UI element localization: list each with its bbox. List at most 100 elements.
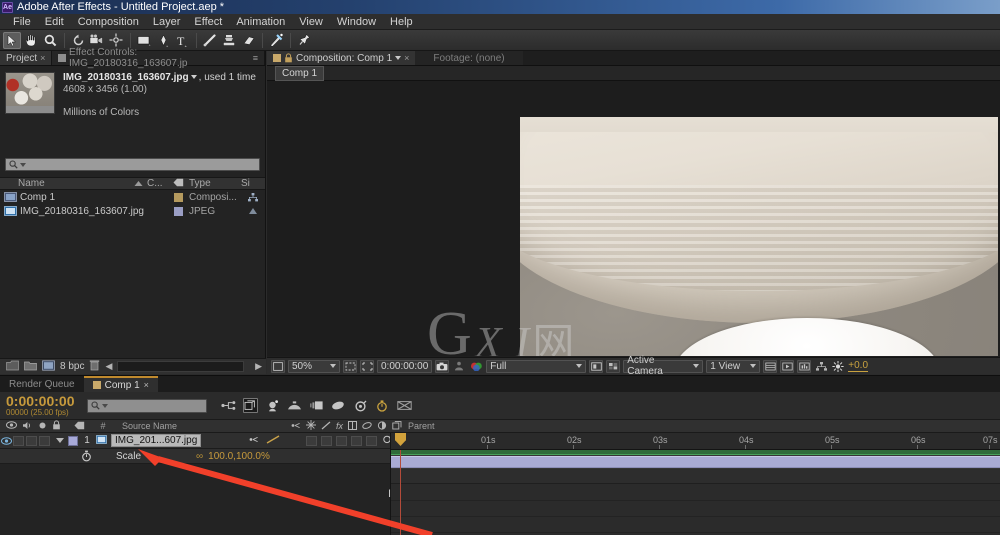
show-channel-icon[interactable]	[469, 360, 483, 373]
eraser-tool[interactable]	[239, 32, 257, 49]
composition-flowchart-icon[interactable]	[814, 360, 828, 373]
layer-fx-switch[interactable]	[306, 436, 317, 446]
work-area-bar[interactable]	[391, 450, 1000, 455]
pen-tool[interactable]	[154, 32, 172, 49]
column-size[interactable]: Si	[241, 178, 265, 189]
show-snapshot-icon[interactable]	[452, 360, 466, 373]
take-snapshot-icon[interactable]	[435, 360, 449, 373]
search-dropdown-icon[interactable]	[102, 404, 108, 408]
hide-disabled-icon[interactable]	[397, 398, 412, 413]
enable-motion-blur-icon[interactable]	[309, 398, 324, 413]
layer-motionblur-switch[interactable]	[336, 436, 347, 446]
property-value[interactable]: 100.0,100.0%	[208, 451, 270, 462]
chevron-down-icon[interactable]	[191, 75, 197, 79]
layer-audio-toggle[interactable]	[13, 436, 24, 446]
scroll-left-arrow-icon[interactable]: ◀	[105, 361, 112, 372]
tab-effect-controls[interactable]: Effect Controls: IMG_20180316_163607.jp …	[52, 51, 265, 65]
layer-label-color[interactable]	[68, 436, 78, 446]
layer-3d-switch[interactable]	[366, 436, 377, 446]
pixel-aspect-correction-icon[interactable]	[763, 360, 777, 373]
menu-item-layer[interactable]: Layer	[146, 14, 188, 30]
close-icon[interactable]: ×	[144, 380, 149, 390]
tab-composition-comp1[interactable]: Composition: Comp 1 ×	[267, 51, 415, 65]
delete-icon[interactable]	[89, 359, 100, 374]
folder-icon[interactable]	[24, 360, 37, 374]
chevron-down-icon[interactable]	[395, 56, 401, 60]
graph-editor-icon[interactable]	[331, 398, 346, 413]
hide-shy-layers-icon[interactable]	[265, 398, 280, 413]
tab-comp1-timeline[interactable]: Comp 1 ×	[84, 376, 158, 392]
horizontal-scrollbar[interactable]	[117, 361, 244, 372]
camera-view-select[interactable]: Active Camera	[623, 360, 703, 373]
brush-tool[interactable]	[201, 32, 219, 49]
lock-icon[interactable]	[284, 53, 293, 63]
zoom-level-select[interactable]: 50%	[288, 360, 340, 373]
column-name[interactable]: Name	[0, 178, 134, 189]
column-source-name[interactable]: Source Name	[110, 421, 286, 431]
viewer-timecode[interactable]: 0:00:00:00	[377, 360, 432, 373]
timeline-tracks[interactable]: I	[391, 450, 1000, 535]
menu-item-window[interactable]: Window	[330, 14, 383, 30]
composition-viewer[interactable]: G X I 网 system.com	[267, 81, 1000, 356]
menu-item-help[interactable]: Help	[383, 14, 420, 30]
layer-expand-triangle-icon[interactable]	[56, 438, 64, 443]
layer-frameblend-switch[interactable]	[321, 436, 332, 446]
pan-behind-tool[interactable]	[107, 32, 125, 49]
layer-lock-toggle[interactable]	[39, 436, 50, 446]
project-row-jpeg[interactable]: IMG_20180316_163607.jpg JPEG	[0, 204, 265, 218]
region-of-interest-toggle-icon[interactable]	[589, 360, 603, 373]
project-search-input[interactable]	[5, 158, 260, 171]
breadcrumb-comp1[interactable]: Comp 1	[275, 66, 324, 81]
new-composition-icon[interactable]	[42, 360, 55, 374]
tab-project[interactable]: Project ×	[0, 51, 52, 65]
project-row-comp1[interactable]: Comp 1 Composi...	[0, 190, 265, 204]
timeline-graph-area[interactable]: 01s 02s 03s 04s 05s 06s 07s	[390, 433, 1000, 535]
search-dropdown-icon[interactable]	[20, 163, 26, 167]
toggle-transparency-icon[interactable]	[606, 360, 620, 373]
menu-item-animation[interactable]: Animation	[229, 14, 292, 30]
close-icon[interactable]: ×	[404, 53, 409, 63]
clone-stamp-tool[interactable]	[220, 32, 238, 49]
layer-duration-bar[interactable]	[391, 456, 1000, 468]
view-layout-select[interactable]: 1 View	[706, 360, 760, 373]
column-type[interactable]: Type	[189, 178, 241, 189]
menu-item-composition[interactable]: Composition	[71, 14, 146, 30]
footage-flowchart-icon[interactable]	[241, 207, 265, 216]
panel-menu-icon[interactable]: ≡	[253, 53, 258, 63]
column-c[interactable]: C...	[147, 178, 173, 189]
close-icon[interactable]: ×	[40, 53, 45, 63]
menu-item-edit[interactable]: Edit	[38, 14, 71, 30]
bit-depth-label[interactable]: 8 bpc	[60, 361, 84, 372]
label-swatch[interactable]	[174, 207, 183, 216]
selection-tool[interactable]	[3, 32, 21, 49]
layer-source-name-cell[interactable]: IMG_201...607.jpg	[96, 434, 246, 447]
property-track-row[interactable]: I	[391, 469, 1000, 484]
comp-flowchart-icon[interactable]	[241, 193, 265, 202]
timeline-ruler[interactable]: 01s 02s 03s 04s 05s 06s 07s	[391, 433, 1000, 450]
composition-mini-flowchart-icon[interactable]	[221, 398, 236, 413]
constrain-proportions-icon[interactable]: ∞	[196, 451, 203, 462]
camera-tool[interactable]	[88, 32, 106, 49]
magnification-icon[interactable]	[271, 360, 285, 373]
current-timecode-display[interactable]: 0:00:00:00 00000 (25.00 fps)	[6, 394, 75, 417]
menu-item-effect[interactable]: Effect	[187, 14, 229, 30]
hand-tool[interactable]	[22, 32, 40, 49]
tab-render-queue[interactable]: Render Queue	[0, 376, 84, 392]
puppet-pin-tool[interactable]	[295, 32, 313, 49]
enable-frame-blending-icon[interactable]	[287, 398, 302, 413]
timeline-search-input[interactable]	[87, 399, 207, 413]
resolution-select[interactable]: Full	[486, 360, 586, 373]
timeline-jump-icon[interactable]	[797, 360, 811, 373]
property-stopwatch-icon[interactable]	[0, 450, 96, 462]
zoom-tool[interactable]	[41, 32, 59, 49]
layer-adjustment-switch[interactable]	[351, 436, 362, 446]
tab-footage-none[interactable]: Footage: (none)	[415, 51, 522, 65]
column-parent[interactable]: Parent	[402, 421, 1000, 431]
brainstorm-icon[interactable]	[353, 398, 368, 413]
region-of-interest-icon[interactable]	[343, 360, 357, 373]
auto-keyframe-icon[interactable]	[375, 398, 390, 413]
fast-previews-icon[interactable]	[780, 360, 794, 373]
draft-3d-icon[interactable]	[243, 398, 258, 413]
menu-item-view[interactable]: View	[292, 14, 330, 30]
layer-solo-toggle[interactable]	[26, 436, 37, 446]
